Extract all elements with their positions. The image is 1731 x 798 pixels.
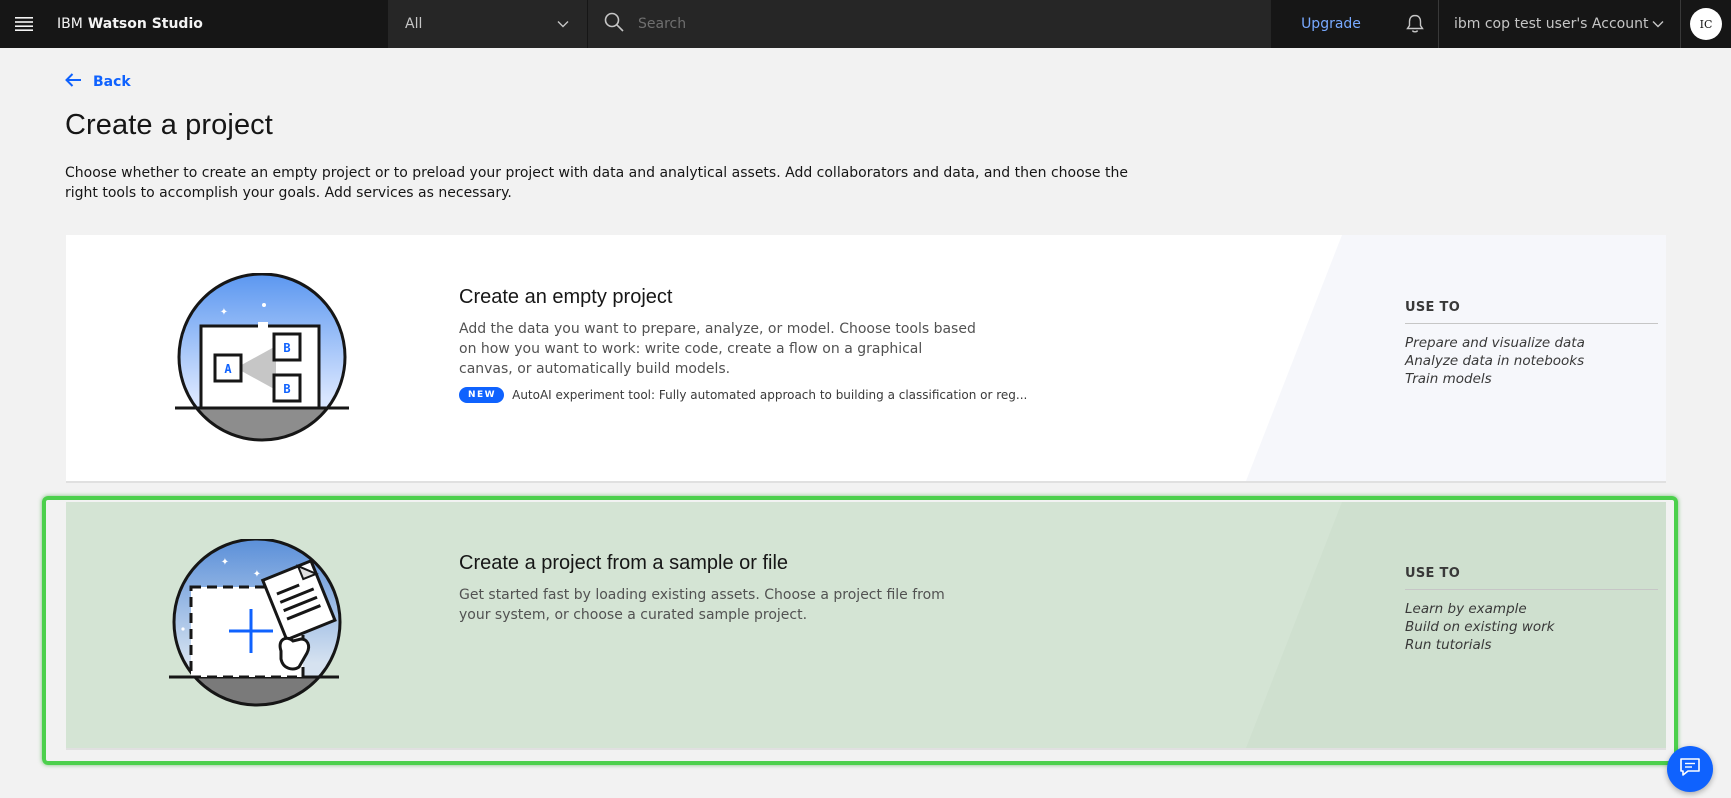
svg-text:✦: ✦: [221, 557, 229, 568]
back-link[interactable]: Back: [65, 73, 131, 91]
use-to-item: Build on existing work: [1405, 619, 1555, 635]
sample-project-illustration-icon: ✦ ✦: [169, 537, 349, 715]
avatar[interactable]: IC: [1690, 8, 1722, 40]
upgrade-link[interactable]: Upgrade: [1271, 0, 1391, 48]
svg-text:✦: ✦: [253, 569, 261, 580]
use-to-item: Prepare and visualize data: [1405, 335, 1585, 351]
use-to-list: Learn by example Build on existing work …: [1405, 600, 1658, 654]
top-header: IBM Watson Studio All Upgrade ibm cop te…: [0, 0, 1731, 48]
search-input[interactable]: [636, 15, 1196, 33]
page-description: Choose whether to create an empty projec…: [65, 165, 1128, 201]
svg-text:B: B: [283, 382, 290, 396]
create-project-from-sample-card[interactable]: ✦ ✦ Create a project from a sample or fi…: [66, 502, 1666, 750]
use-to-section: USE TO Learn by example Build on existin…: [1405, 566, 1658, 654]
arrow-left-icon: [65, 73, 93, 91]
use-to-item: Train models: [1405, 371, 1492, 387]
use-to-item: Run tutorials: [1405, 637, 1492, 653]
svg-text:A: A: [224, 362, 232, 376]
use-to-heading: USE TO: [1405, 566, 1658, 590]
account-switcher[interactable]: ibm cop test user's Account: [1439, 0, 1681, 48]
notification-bell-icon[interactable]: [1391, 0, 1439, 48]
card-title: Create an empty project: [459, 286, 673, 308]
brand-name: Watson Studio: [87, 16, 203, 32]
use-to-list: Prepare and visualize data Analyze data …: [1405, 334, 1658, 388]
chat-icon: [1679, 757, 1701, 781]
card-description: Get started fast by loading existing ass…: [459, 587, 945, 623]
new-badge: NEW: [459, 387, 505, 403]
search-bar: [588, 0, 1271, 48]
back-label: Back: [93, 74, 131, 90]
product-brand[interactable]: IBM Watson Studio: [48, 0, 388, 48]
svg-text:✦: ✦: [220, 307, 228, 318]
account-name: ibm cop test user's Account: [1454, 16, 1649, 32]
search-icon: [604, 12, 624, 36]
chat-support-button[interactable]: [1667, 746, 1713, 792]
user-avatar-container: IC: [1681, 0, 1731, 48]
chevron-down-icon: [1652, 16, 1664, 32]
empty-project-illustration-icon: A B B ✦: [174, 272, 352, 449]
new-feature-text: AutoAI experiment tool: Fully automated …: [512, 388, 1028, 402]
search-scope-dropdown[interactable]: All: [388, 0, 588, 48]
card-title: Create a project from a sample or file: [459, 552, 789, 574]
page-title: Create a project: [65, 109, 273, 141]
chevron-down-icon: [557, 16, 569, 32]
use-to-item: Learn by example: [1405, 601, 1527, 617]
card-description: Add the data you want to prepare, analyz…: [459, 321, 976, 377]
search-scope-value: All: [405, 16, 423, 32]
brand-prefix: IBM: [57, 16, 83, 32]
hamburger-menu-icon[interactable]: [0, 0, 48, 48]
use-to-heading: USE TO: [1405, 300, 1658, 324]
svg-text:B: B: [283, 341, 290, 355]
create-empty-project-card[interactable]: A B B ✦ Create an empty project Add the …: [66, 235, 1666, 483]
new-feature-row: NEW AutoAI experiment tool: Fully automa…: [459, 387, 1027, 403]
use-to-item: Analyze data in notebooks: [1405, 353, 1585, 369]
use-to-section: USE TO Prepare and visualize data Analyz…: [1405, 300, 1658, 388]
